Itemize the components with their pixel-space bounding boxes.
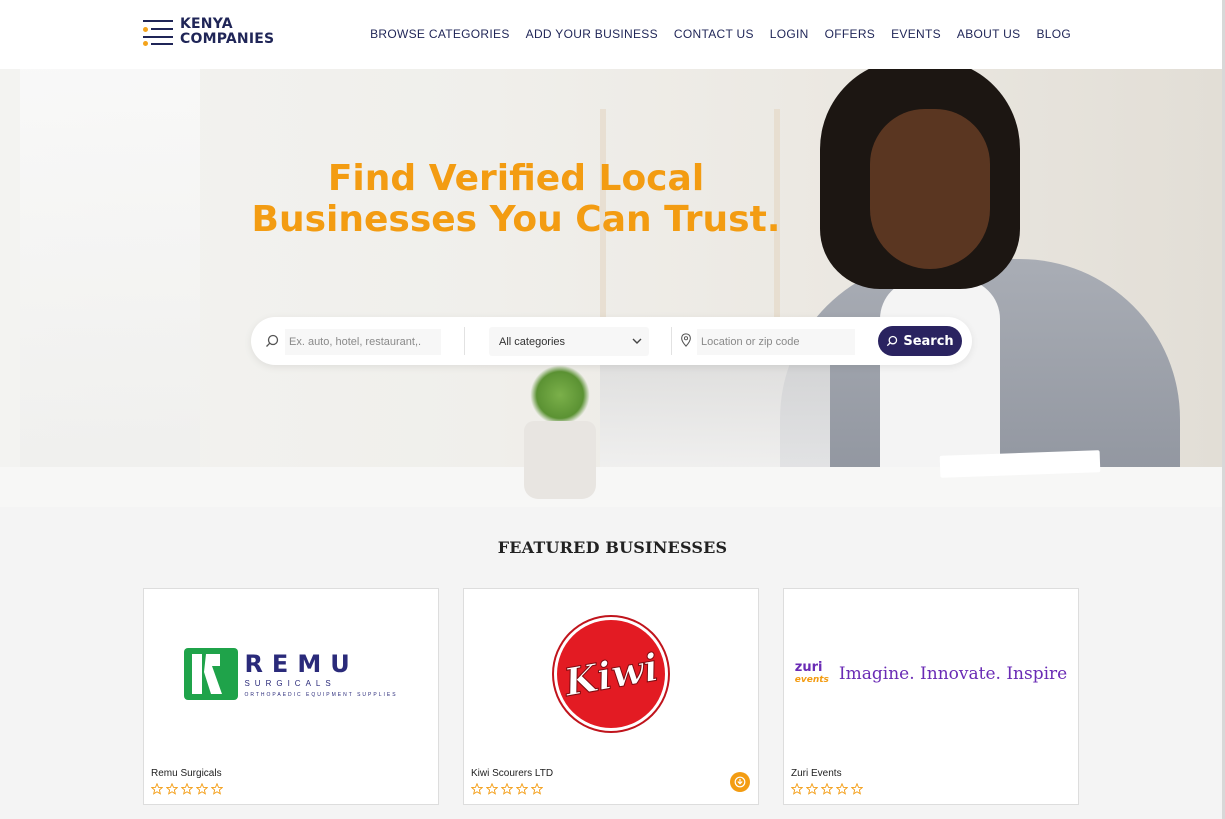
business-card-kiwi-scourers[interactable]: Kiwi Kiwi Scourers LTD <box>463 588 759 805</box>
keyword-search-input[interactable] <box>285 329 441 355</box>
search-button[interactable]: Search <box>878 326 962 356</box>
nav-login[interactable]: LOGIN <box>770 27 809 41</box>
remu-logo-mark <box>184 648 239 700</box>
nav-contact-us[interactable]: CONTACT US <box>674 27 754 41</box>
nav-blog[interactable]: BLOG <box>1036 27 1071 41</box>
star-icon <box>791 783 803 795</box>
business-name[interactable]: Remu Surgicals <box>151 768 222 779</box>
star-icon <box>851 783 863 795</box>
star-icon <box>836 783 848 795</box>
star-rating <box>791 783 863 795</box>
hero-plant-pot <box>524 421 596 499</box>
location-input[interactable] <box>697 329 855 355</box>
hero-person-face <box>870 109 990 269</box>
logo-wordmark: KENYA COMPANIES <box>180 16 275 47</box>
business-name[interactable]: Kiwi Scourers LTD <box>471 768 553 779</box>
business-logo: REMU SURGICALS ORTHOPAEDIC EQUIPMENT SUP… <box>144 589 438 759</box>
search-button-label: Search <box>903 333 954 349</box>
category-select-value: All categories <box>499 336 566 348</box>
search-icon <box>887 335 898 347</box>
hero-title: Find Verified Local Businesses You Can T… <box>251 158 781 240</box>
hero-section: Find Verified Local Businesses You Can T… <box>0 69 1225 507</box>
kiwi-logo-mark: Kiwi <box>557 620 665 728</box>
star-icon <box>806 783 818 795</box>
star-icon <box>516 783 528 795</box>
nav-browse-categories[interactable]: BROWSE CATEGORIES <box>370 27 510 41</box>
nav-add-your-business[interactable]: ADD YOUR BUSINESS <box>526 27 658 41</box>
zuri-tagline: Imagine. Innovate. Inspire <box>838 664 1068 684</box>
nav-events[interactable]: EVENTS <box>891 27 941 41</box>
star-icon <box>196 783 208 795</box>
hero-plant <box>530 365 590 425</box>
site-header: KENYA COMPANIES BROWSE CATEGORIES ADD YO… <box>0 0 1225 69</box>
hero-background-window <box>20 69 200 507</box>
search-divider <box>671 327 672 355</box>
nav-offers[interactable]: OFFERS <box>825 27 875 41</box>
star-icon <box>486 783 498 795</box>
search-bar: All categories Search <box>251 317 972 365</box>
star-rating <box>151 783 223 795</box>
star-icon <box>181 783 193 795</box>
star-icon <box>531 783 543 795</box>
site-logo[interactable]: KENYA COMPANIES <box>143 17 274 47</box>
star-icon <box>166 783 178 795</box>
bookmark-icon[interactable] <box>730 772 750 792</box>
business-logo: zuri events Imagine. Innovate. Inspire <box>784 589 1078 759</box>
star-icon <box>821 783 833 795</box>
star-icon <box>151 783 163 795</box>
main-nav: BROWSE CATEGORIES ADD YOUR BUSINESS CONT… <box>370 27 1071 41</box>
nav-about-us[interactable]: ABOUT US <box>957 27 1021 41</box>
location-pin-icon <box>681 333 691 347</box>
business-card-zuri-events[interactable]: zuri events Imagine. Innovate. Inspire Z… <box>783 588 1079 805</box>
kiwi-logo-text: Kiwi <box>560 643 662 705</box>
hero-laptop <box>600 359 830 479</box>
remu-logo-subtext: SURGICALS <box>244 678 336 688</box>
star-rating <box>471 783 543 795</box>
search-divider <box>464 327 465 355</box>
business-card-remu-surgicals[interactable]: REMU SURGICALS ORTHOPAEDIC EQUIPMENT SUP… <box>143 588 439 805</box>
featured-title: FEATURED BUSINESSES <box>497 538 728 557</box>
zuri-logo-mark: zuri events <box>794 660 829 685</box>
business-logo: Kiwi <box>464 589 758 759</box>
remu-logo-text: REMU <box>244 649 359 678</box>
search-icon <box>266 334 279 347</box>
chevron-down-icon <box>632 338 642 344</box>
remu-logo-tagline: ORTHOPAEDIC EQUIPMENT SUPPLIES <box>244 691 398 698</box>
business-name[interactable]: Zuri Events <box>791 768 842 779</box>
star-icon <box>471 783 483 795</box>
logo-lines-icon <box>143 18 174 47</box>
star-icon <box>501 783 513 795</box>
star-icon <box>211 783 223 795</box>
category-select[interactable]: All categories <box>489 327 649 356</box>
